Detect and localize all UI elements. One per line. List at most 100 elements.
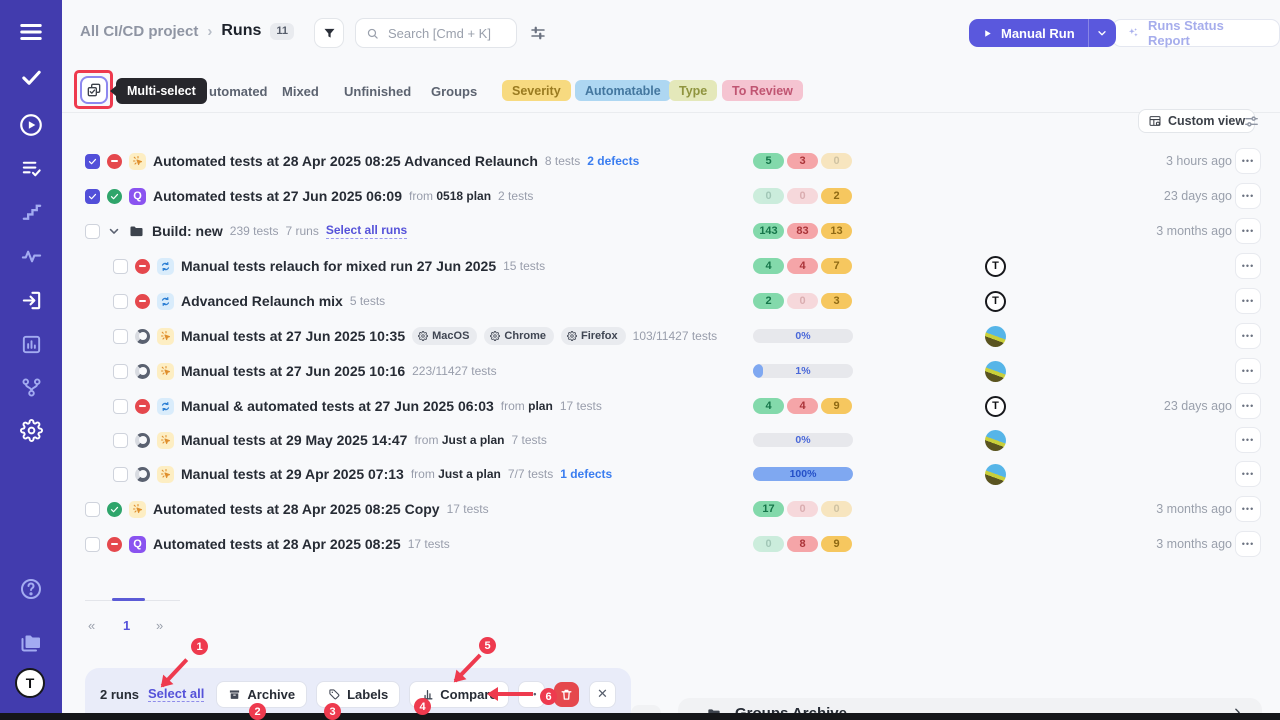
run-title[interactable]: Build: new (152, 223, 223, 239)
row-checkbox[interactable] (113, 399, 128, 414)
result-pill: 2 (753, 293, 784, 309)
defects-link[interactable]: 2 defects (587, 154, 639, 168)
tab-mixed[interactable]: Mixed (282, 84, 319, 99)
row-checkbox[interactable] (85, 154, 100, 169)
run-title[interactable]: Manual tests at 29 May 2025 14:47 (181, 432, 407, 448)
pagination-page-1[interactable]: 1 (123, 618, 130, 633)
row-checkbox[interactable] (113, 467, 128, 482)
row-more-button[interactable]: ••• (1235, 496, 1261, 522)
row-checkbox[interactable] (85, 502, 100, 517)
filter-chip-type[interactable]: Type (669, 80, 717, 101)
row-more-button[interactable]: ••• (1235, 358, 1261, 384)
row-more-button[interactable]: ••• (1235, 253, 1261, 279)
sidebar-help-icon[interactable] (19, 577, 43, 601)
run-title[interactable]: Advanced Relaunch mix (181, 293, 343, 309)
result-pill: 8 (787, 536, 818, 552)
tab-utomated[interactable]: utomated (209, 84, 268, 99)
row-more-button[interactable]: ••• (1235, 393, 1261, 419)
manual-run-label: Manual Run (1001, 26, 1075, 41)
row-more-button[interactable]: ••• (1235, 531, 1261, 557)
gear-icon (418, 331, 428, 341)
tests-count: 17 tests (408, 537, 450, 551)
run-row: QAutomated tests at 27 Jun 2025 06:09fro… (62, 179, 1280, 213)
annotation-number-3: 3 (324, 703, 341, 720)
run-title[interactable]: Manual tests at 27 Jun 2025 10:35 (181, 328, 405, 344)
sidebar-steps-icon[interactable] (20, 201, 43, 224)
sidebar-chart-icon[interactable] (20, 333, 43, 356)
run-title[interactable]: Automated tests at 27 Jun 2025 06:09 (153, 188, 402, 204)
tab-unfinished[interactable]: Unfinished (344, 84, 411, 99)
env-badge: Firefox (561, 327, 626, 345)
row-checkbox[interactable] (85, 189, 100, 204)
run-title[interactable]: Manual & automated tests at 27 Jun 2025 … (181, 398, 494, 414)
sidebar-play-circle-icon[interactable] (18, 112, 44, 138)
pagination-prev[interactable]: « (88, 618, 95, 633)
row-more-button[interactable]: ••• (1235, 427, 1261, 453)
progress-bar: 100% (753, 467, 853, 481)
close-selection-button[interactable]: ✕ (589, 681, 616, 708)
row-checkbox[interactable] (113, 433, 128, 448)
sidebar-gear-icon[interactable] (20, 419, 43, 442)
table-gear-icon (1148, 114, 1162, 128)
result-pill: 0 (787, 188, 818, 204)
sidebar-menu-icon[interactable] (18, 19, 44, 45)
row-more-button[interactable]: ••• (1235, 218, 1261, 244)
manual-run-button[interactable]: Manual Run (969, 19, 1116, 47)
tests-count: 239 tests (230, 224, 279, 238)
manual-run-dropdown[interactable] (1089, 19, 1116, 47)
row-more-button[interactable]: ••• (1235, 461, 1261, 487)
row-more-button[interactable]: ••• (1235, 288, 1261, 314)
assignee-avatar (985, 430, 1006, 451)
status-failed-icon (107, 537, 122, 552)
row-checkbox[interactable] (85, 537, 100, 552)
row-checkbox[interactable] (113, 294, 128, 309)
timestamp: 3 hours ago (1166, 154, 1232, 168)
result-pill: 4 (753, 398, 784, 414)
sidebar-folders-icon[interactable] (19, 631, 43, 655)
row-checkbox[interactable] (85, 224, 100, 239)
custom-view-label: Custom view (1168, 114, 1245, 128)
row-more-button[interactable]: ••• (1235, 323, 1261, 349)
result-pill: 0 (787, 293, 818, 309)
timestamp: 3 months ago (1156, 224, 1232, 238)
row-checkbox[interactable] (113, 364, 128, 379)
pagination-next[interactable]: » (156, 618, 163, 633)
sidebar-check-icon[interactable] (20, 66, 43, 89)
run-title[interactable]: Manual tests at 27 Jun 2025 10:16 (181, 363, 405, 379)
row-checkbox[interactable] (113, 259, 128, 274)
search-settings-icon[interactable] (529, 24, 547, 42)
row-checkbox[interactable] (113, 329, 128, 344)
result-pill: 17 (753, 501, 784, 517)
delete-button[interactable] (554, 682, 579, 707)
defects-link[interactable]: 1 defects (560, 467, 612, 481)
run-title[interactable]: Manual tests at 29 Apr 2025 07:13 (181, 466, 404, 482)
view-settings-icon[interactable] (1243, 113, 1260, 130)
search-input[interactable] (386, 25, 506, 42)
workspace-avatar[interactable]: T (15, 668, 45, 698)
run-title[interactable]: Automated tests at 28 Apr 2025 08:25 Adv… (153, 153, 538, 169)
sidebar-import-icon[interactable] (20, 289, 43, 312)
filter-chip-severity[interactable]: Severity (502, 80, 571, 101)
gear-icon (567, 331, 577, 341)
runs-status-report-button[interactable]: Runs Status Report (1112, 19, 1280, 47)
result-pill: 9 (821, 398, 852, 414)
sidebar-list-check-icon[interactable] (20, 157, 43, 180)
run-title[interactable]: Manual tests relauch for mixed run 27 Ju… (181, 258, 496, 274)
custom-view-button[interactable]: Custom view (1138, 109, 1255, 133)
filter-chip-to-review[interactable]: To Review (722, 80, 803, 101)
tab-groups[interactable]: Groups (431, 84, 477, 99)
result-pills: 449 (753, 398, 852, 414)
row-more-button[interactable]: ••• (1235, 148, 1261, 174)
filter-chip-automatable[interactable]: Automatable (575, 80, 671, 101)
run-title[interactable]: Automated tests at 28 Apr 2025 08:25 Cop… (153, 501, 440, 517)
breadcrumb-project[interactable]: All CI/CD project (80, 23, 198, 40)
sidebar-activity-icon[interactable] (20, 245, 43, 268)
select-all-runs-link[interactable]: Select all runs (326, 223, 407, 239)
chevron-down-icon[interactable] (107, 224, 121, 238)
sidebar-branch-icon[interactable] (20, 376, 43, 399)
filter-button[interactable] (314, 18, 344, 48)
tests-count: 7/7 tests (508, 467, 553, 481)
row-more-button[interactable]: ••• (1235, 183, 1261, 209)
env-badge: Chrome (484, 327, 554, 345)
run-title[interactable]: Automated tests at 28 Apr 2025 08:25 (153, 536, 401, 552)
